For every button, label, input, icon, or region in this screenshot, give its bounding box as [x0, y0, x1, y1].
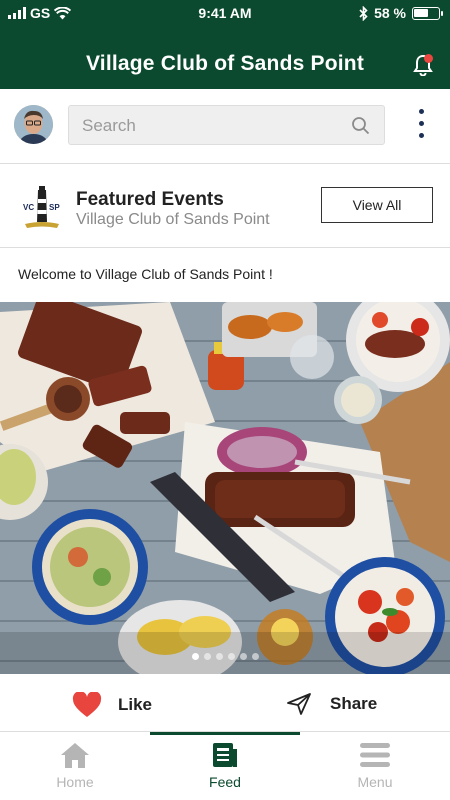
- like-label: Like: [118, 695, 153, 714]
- tab-home[interactable]: Home: [0, 740, 150, 790]
- share-button[interactable]: Share: [286, 692, 377, 716]
- battery-percent: 58 %: [374, 5, 406, 21]
- carousel-dot[interactable]: [203, 653, 211, 660]
- carousel-dot[interactable]: [191, 653, 199, 660]
- heart-icon: [72, 692, 102, 717]
- search-input[interactable]: Search: [68, 105, 385, 145]
- send-icon: [287, 693, 311, 715]
- more-options-icon[interactable]: [414, 109, 428, 143]
- view-all-button[interactable]: View All: [321, 187, 433, 223]
- active-tab-indicator: [150, 732, 300, 735]
- tab-label: Menu: [357, 774, 393, 790]
- notification-badge: [424, 54, 433, 63]
- carousel-dot[interactable]: [227, 653, 235, 660]
- search-icon[interactable]: [351, 116, 370, 135]
- status-right: 58 %: [359, 5, 443, 21]
- carousel-dot[interactable]: [251, 653, 259, 660]
- logo-text-left: VC: [23, 203, 34, 212]
- post-actions: Like Share: [0, 674, 450, 732]
- tab-bar: Home Feed Menu: [0, 732, 450, 800]
- search-placeholder: Search: [82, 116, 136, 135]
- battery-icon: [412, 6, 443, 20]
- carousel-dot[interactable]: [215, 653, 223, 660]
- post-message: Welcome to Village Club of Sands Point !: [18, 266, 273, 282]
- home-icon: [61, 743, 89, 768]
- status-bar: GS 9:41 AM 58 %: [0, 0, 450, 28]
- featured-title: Featured Events: [76, 189, 224, 210]
- bluetooth-icon: [359, 5, 368, 21]
- club-logo: VC SP: [22, 182, 62, 232]
- post-image[interactable]: [0, 302, 450, 674]
- feed-icon: [213, 743, 237, 767]
- tab-label: Feed: [209, 774, 241, 790]
- featured-subtitle: Village Club of Sands Point: [76, 211, 270, 228]
- tab-feed[interactable]: Feed: [150, 740, 300, 790]
- menu-icon: [360, 743, 390, 767]
- logo-text-right: SP: [49, 203, 60, 212]
- carousel-dot[interactable]: [239, 653, 247, 660]
- carousel-dots[interactable]: [0, 653, 450, 660]
- page-title: Village Club of Sands Point: [85, 52, 365, 75]
- featured-events-header: VC SP Featured Events Village Club of Sa…: [0, 164, 450, 248]
- avatar[interactable]: [14, 105, 53, 144]
- top-bar: GS 9:41 AM 58 % Village Club of Sands Po…: [0, 0, 450, 89]
- search-row: Search: [0, 89, 450, 164]
- share-label: Share: [330, 694, 378, 713]
- tab-label: Home: [56, 774, 94, 790]
- food-spread-photo: [0, 302, 450, 674]
- like-button[interactable]: Like: [72, 692, 152, 718]
- tab-menu[interactable]: Menu: [300, 740, 450, 790]
- app-screen: GS 9:41 AM 58 % Village Club of Sands Po…: [0, 0, 450, 800]
